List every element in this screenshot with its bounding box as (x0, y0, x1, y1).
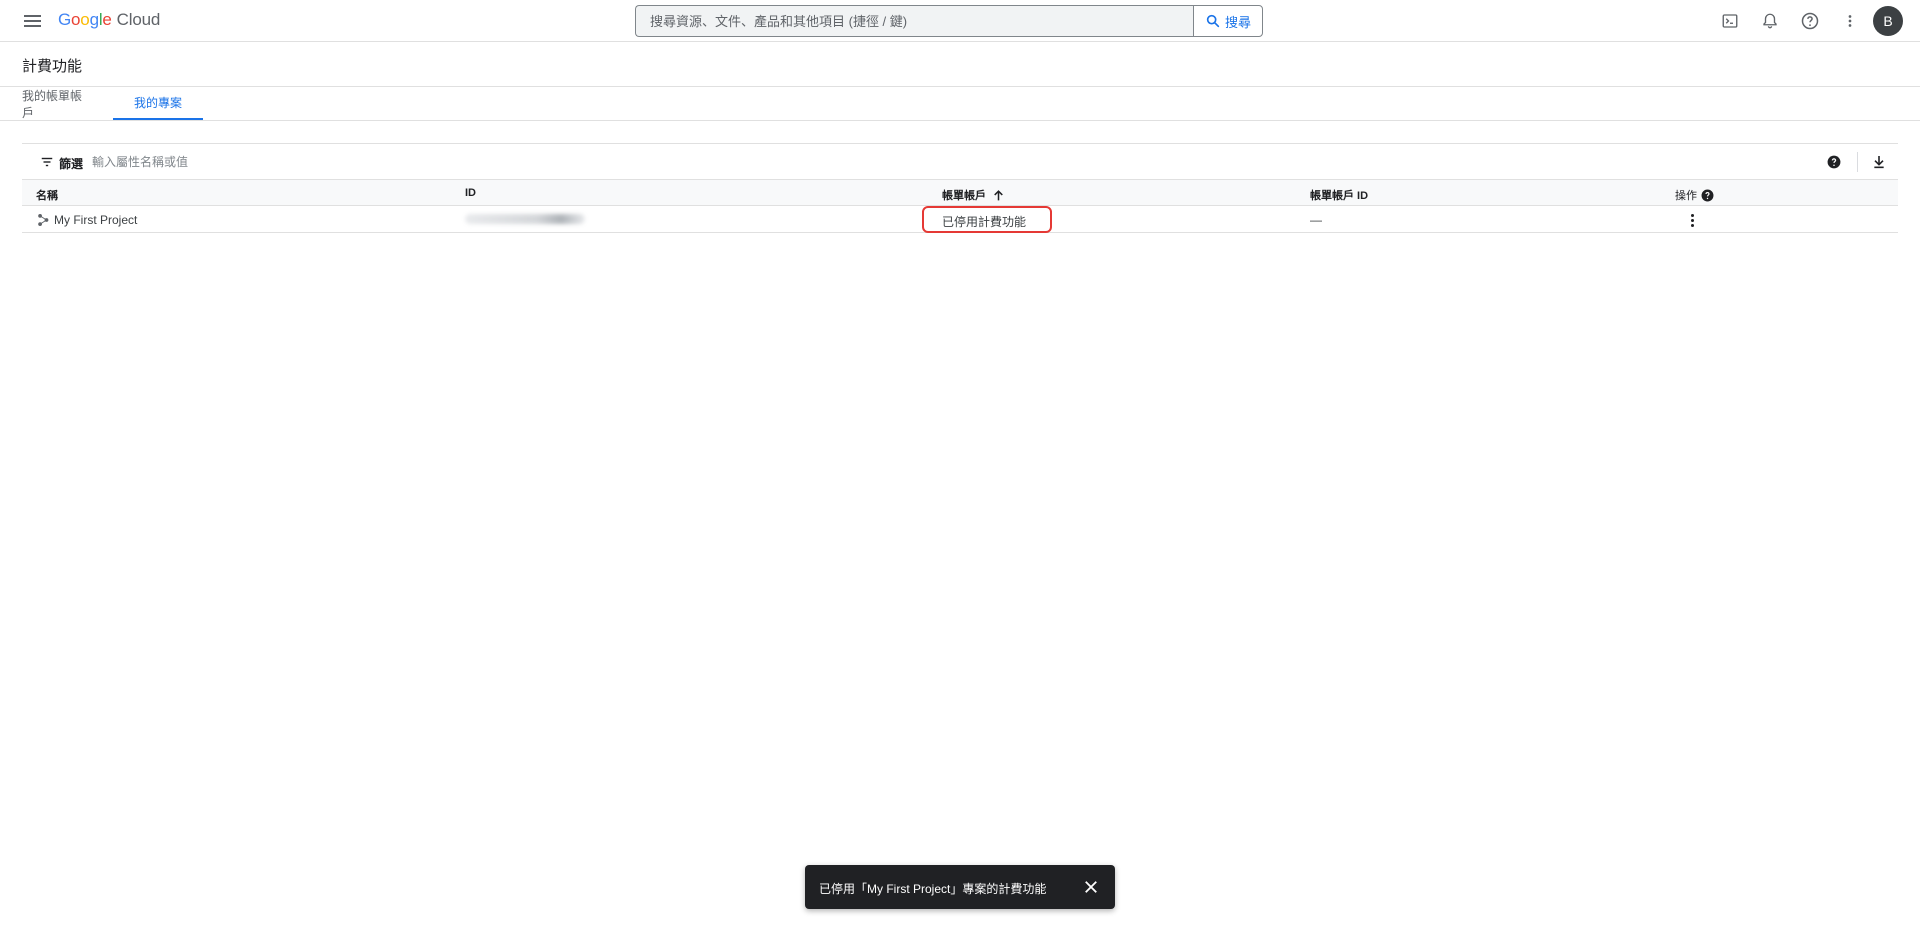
logo-letter: o (80, 10, 90, 29)
logo-letter: e (102, 10, 112, 29)
filter-bar: 篩選 (22, 143, 1898, 180)
search-button-label: 搜尋 (1224, 14, 1251, 30)
more-vert-icon[interactable] (1838, 9, 1862, 33)
logo-letter: g (89, 10, 99, 29)
menu-icon[interactable] (20, 9, 44, 33)
project-icon (38, 214, 49, 226)
search-bar: 搜尋 (635, 5, 1263, 37)
column-header-label: 帳單帳戶 ID (1310, 190, 1369, 202)
help-circle-icon[interactable] (1701, 189, 1714, 202)
top-bar: GoogleCloud 搜尋 B (0, 0, 1920, 42)
logo-letter: G (58, 10, 72, 29)
project-id-blurred (465, 214, 585, 224)
logo-letter: o (71, 10, 81, 29)
help-icon[interactable] (1798, 9, 1822, 33)
snackbar: 已停用「My First Project」專案的計費功能 (805, 865, 1115, 909)
column-header-name[interactable]: 名稱 (36, 187, 58, 203)
project-name-link[interactable]: My First Project (54, 213, 137, 227)
arrow-up-icon[interactable] (992, 189, 1005, 202)
page-title: 計費功能 (22, 58, 83, 75)
search-button[interactable]: 搜尋 (1193, 5, 1263, 37)
tab-my-projects[interactable]: 我的專案 (113, 87, 203, 120)
terminal-icon[interactable] (1718, 9, 1742, 33)
column-header-id[interactable]: ID (465, 187, 476, 199)
column-header-label: ID (465, 187, 476, 199)
table-row: My First Project 已停用計費功能 — (22, 206, 1898, 233)
snackbar-message: 已停用「My First Project」專案的計費功能 (819, 882, 1047, 896)
google-cloud-logo[interactable]: Go o g l e Cloud (58, 10, 160, 30)
filter-icon[interactable] (40, 155, 54, 169)
row-actions-icon[interactable] (1682, 210, 1702, 230)
bell-icon[interactable] (1758, 9, 1782, 33)
column-header-label: 名稱 (36, 190, 58, 202)
column-header-label: 帳單帳戶 (942, 190, 986, 202)
filter-input[interactable] (92, 151, 592, 173)
close-icon[interactable] (1082, 878, 1100, 896)
divider (1857, 152, 1858, 172)
column-header-label: 操作 (1675, 190, 1697, 202)
filter-label[interactable]: 篩選 (59, 155, 83, 172)
divider (0, 86, 1920, 87)
column-header-billing-account[interactable]: 帳單帳戶 (942, 187, 1005, 203)
project-name-cell: My First Project (36, 213, 137, 227)
download-icon[interactable] (1871, 154, 1887, 170)
tab-billing-accounts[interactable]: 我的帳單帳戶 (22, 87, 92, 120)
column-header-actions: 操作 (1675, 187, 1714, 203)
avatar[interactable]: B (1873, 6, 1903, 36)
search-icon (1206, 14, 1220, 28)
logo-suffix: Cloud (116, 10, 161, 29)
help-circle-icon[interactable] (1827, 155, 1841, 169)
billing-account-id-cell: — (1310, 213, 1322, 227)
table-header: 名稱 ID 帳單帳戶 帳單帳戶 ID 操作 (22, 180, 1898, 206)
column-header-billing-account-id[interactable]: 帳單帳戶 ID (1310, 187, 1368, 203)
divider (0, 120, 1920, 121)
billing-status: 已停用計費功能 (942, 215, 1027, 229)
search-input[interactable] (635, 5, 1193, 37)
